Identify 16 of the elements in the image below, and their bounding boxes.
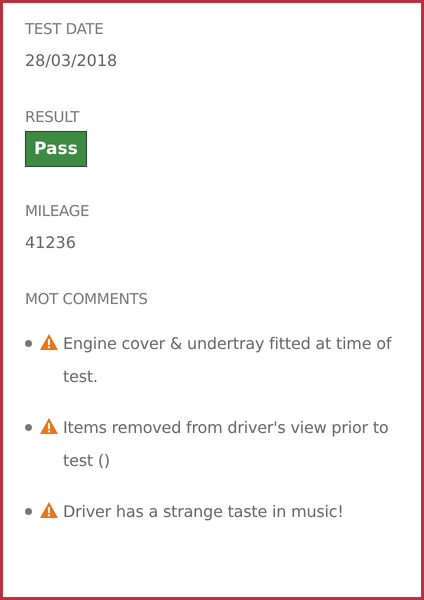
bullet-icon [25, 424, 32, 431]
field-label: RESULT [25, 107, 80, 128]
comment-text: Engine cover & undertray fitted at time of test. [63, 333, 393, 388]
warning-icon [40, 334, 58, 350]
warning-icon [40, 418, 58, 434]
warning-icon [40, 502, 58, 518]
field-label: TEST DATE [25, 19, 104, 40]
field-value: 41236 [25, 232, 76, 254]
bullet-icon [25, 508, 32, 515]
field-value: 28/03/2018 [25, 50, 118, 72]
bullet-icon [25, 340, 32, 347]
result-badge: Pass [25, 131, 87, 167]
section-label: MOT COMMENTS [25, 289, 149, 310]
comment-text: Items removed from driver's view prior to test () [63, 417, 390, 472]
field-label: MILEAGE [25, 201, 90, 222]
comment-text: Driver has a strange taste in music! [63, 501, 345, 523]
